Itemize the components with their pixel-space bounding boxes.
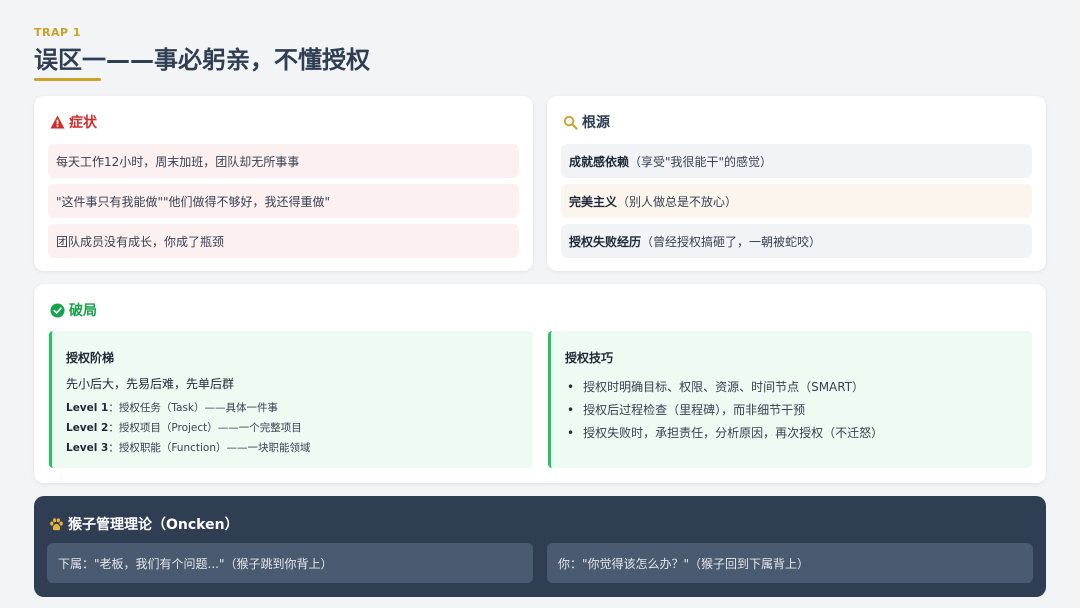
solution-card: 破局 授权阶梯 先小后大，先易后难，先单后群 Level 1：授权任务（Task… bbox=[34, 284, 1046, 483]
root-item-bold: 授权失败经历 bbox=[569, 234, 642, 249]
tip-item: 授权时明确目标、权限、资源、时间节点（SMART） bbox=[567, 375, 883, 398]
tips-title: 授权技巧 bbox=[565, 351, 614, 365]
monkey-theory-card: 猴子管理理论（Oncken） 下属："老板，我们有个问题..."（猴子跳到你背上… bbox=[34, 496, 1046, 597]
root-item-text: （享受"我很能干"的感觉） bbox=[629, 154, 773, 169]
monkey-dialog-subordinate: 下属："老板，我们有个问题..."（猴子跳到你背上） bbox=[47, 543, 533, 583]
symptoms-card: 症状 每天工作12小时，周末加班，团队却无所事事 "这件事只有我能做""他们做得… bbox=[34, 96, 533, 271]
symptom-item: 团队成员没有成长，你成了瓶颈 bbox=[48, 224, 519, 258]
root-item-text: （曾经授权搞砸了，一朝被蛇咬） bbox=[641, 234, 822, 249]
search-icon bbox=[562, 114, 578, 130]
root-item: 授权失败经历 （曾经授权搞砸了，一朝被蛇咬） bbox=[561, 224, 1032, 258]
ladder-level: Level 1：授权任务（Task）——具体一件事 bbox=[66, 400, 278, 415]
tip-item: 授权后过程检查（里程碑），而非细节干预 bbox=[567, 398, 883, 421]
level-label: Level 3 bbox=[66, 442, 109, 454]
ladder-lead: 先小后大，先易后难，先单后群 bbox=[66, 377, 235, 391]
root-item-text: （别人做总是不放心） bbox=[617, 194, 738, 209]
level-label: Level 2 bbox=[66, 422, 109, 434]
title-underline bbox=[34, 78, 101, 81]
level-text: ：授权任务（Task）——具体一件事 bbox=[108, 402, 279, 414]
level-text: ：授权项目（Project）——一个完整项目 bbox=[108, 422, 302, 434]
roots-title: 根源 bbox=[582, 115, 610, 131]
trap-eyebrow: TRAP 1 bbox=[34, 26, 82, 39]
paw-icon bbox=[48, 516, 64, 532]
root-item: 完美主义 （别人做总是不放心） bbox=[561, 184, 1032, 218]
tips-list: 授权时明确目标、权限、资源、时间节点（SMART） 授权后过程检查（里程碑），而… bbox=[567, 375, 883, 444]
monkey-dialog-boss: 你："你觉得该怎么办？"（猴子回到下属背上） bbox=[547, 543, 1033, 583]
solution-header: 破局 bbox=[49, 300, 97, 320]
root-item: 成就感依赖 （享受"我很能干"的感觉） bbox=[561, 144, 1032, 178]
level-text: ：授权职能（Function）——一块职能领域 bbox=[108, 442, 311, 454]
symptoms-title: 症状 bbox=[69, 115, 97, 131]
ladder-title: 授权阶梯 bbox=[66, 351, 115, 365]
monkey-title: 猴子管理理论（Oncken） bbox=[68, 517, 239, 533]
ladder-level: Level 3：授权职能（Function）——一块职能领域 bbox=[66, 440, 311, 455]
root-item-bold: 完美主义 bbox=[569, 194, 618, 209]
roots-header: 根源 bbox=[562, 112, 610, 132]
tip-item: 授权失败时，承担责任，分析原因，再次授权（不迁怒） bbox=[567, 421, 883, 444]
symptoms-header: 症状 bbox=[49, 112, 97, 132]
check-circle-icon bbox=[49, 302, 65, 318]
level-label: Level 1 bbox=[66, 402, 109, 414]
tips-panel: 授权技巧 授权时明确目标、权限、资源、时间节点（SMART） 授权后过程检查（里… bbox=[548, 331, 1032, 468]
monkey-header: 猴子管理理论（Oncken） bbox=[48, 514, 239, 534]
solution-title: 破局 bbox=[69, 303, 97, 319]
roots-card: 根源 成就感依赖 （享受"我很能干"的感觉） 完美主义 （别人做总是不放心） 授权失… bbox=[547, 96, 1046, 271]
root-item-bold: 成就感依赖 bbox=[569, 154, 630, 169]
symptom-item: "这件事只有我能做""他们做得不够好，我还得重做" bbox=[48, 184, 519, 218]
ladder-panel: 授权阶梯 先小后大，先易后难，先单后群 Level 1：授权任务（Task）——… bbox=[49, 331, 533, 468]
page-title: 误区一——事必躬亲，不懂授权 bbox=[34, 46, 370, 74]
warning-icon bbox=[49, 114, 65, 130]
ladder-level: Level 2：授权项目（Project）——一个完整项目 bbox=[66, 420, 302, 435]
symptom-item: 每天工作12小时，周末加班，团队却无所事事 bbox=[48, 144, 519, 178]
